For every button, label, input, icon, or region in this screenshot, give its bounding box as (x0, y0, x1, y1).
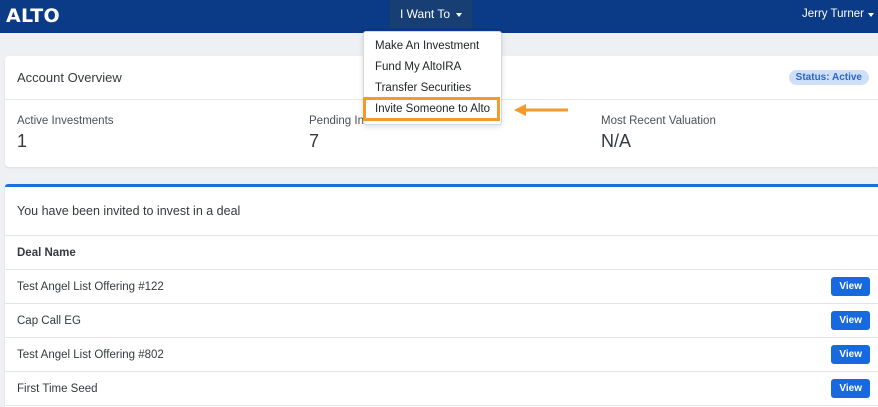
user-menu[interactable]: Jerry Turner (802, 0, 874, 28)
stat-label: Active Investments (17, 115, 114, 127)
table-header-row: Deal Name (5, 236, 878, 270)
deal-name: Test Angel List Offering #122 (17, 280, 164, 293)
stat-pending-investments: Pending In 7 (309, 115, 364, 152)
view-button[interactable]: View (831, 311, 870, 330)
top-navbar: ALTO I Want To Jerry Turner (0, 0, 878, 33)
table-row: Test Angel List Offering #802 View (5, 338, 878, 372)
invitations-title: You have been invited to invest in a dea… (5, 187, 878, 236)
table-row: First Time Seed View (5, 372, 878, 406)
stat-value: N/A (601, 131, 632, 151)
deal-name: First Time Seed (17, 382, 98, 395)
stat-value: 1 (17, 131, 28, 151)
account-overview-title: Account Overview (17, 70, 122, 85)
table-row: Test Angel List Offering #122 View (5, 270, 878, 304)
stat-label: Pending In (309, 115, 364, 127)
deal-name: Test Angel List Offering #802 (17, 348, 164, 361)
menu-item-invite-someone[interactable]: Invite Someone to Alto (375, 103, 490, 115)
menu-item-make-investment[interactable]: Make An Investment (375, 40, 479, 52)
arrow-left-icon (514, 104, 568, 116)
i-want-to-dropdown-menu: Make An Investment Fund My AltoIRA Trans… (363, 31, 502, 125)
column-header-deal-name: Deal Name (17, 246, 76, 259)
caret-down-icon (868, 12, 874, 17)
deal-name: Cap Call EG (17, 314, 81, 327)
view-button[interactable]: View (831, 345, 870, 364)
menu-item-fund-altoira[interactable]: Fund My AltoIRA (375, 61, 461, 73)
invitations-card: You have been invited to invest in a dea… (5, 184, 878, 407)
stat-active-investments: Active Investments 1 (17, 115, 114, 152)
i-want-to-button[interactable]: I Want To (390, 0, 472, 28)
table-row: Cap Call EG View (5, 304, 878, 338)
i-want-to-label: I Want To (399, 7, 451, 21)
menu-item-transfer-securities[interactable]: Transfer Securities (375, 82, 471, 94)
stat-most-recent-valuation: Most Recent Valuation N/A (601, 115, 716, 152)
stat-label: Most Recent Valuation (601, 115, 716, 127)
view-button[interactable]: View (831, 277, 870, 296)
alto-logo[interactable]: ALTO (6, 5, 60, 27)
user-name: Jerry Turner (802, 8, 864, 20)
status-badge: Status: Active (788, 70, 869, 85)
caret-down-icon (456, 12, 463, 17)
view-button[interactable]: View (831, 379, 870, 398)
stat-value: 7 (309, 131, 320, 151)
